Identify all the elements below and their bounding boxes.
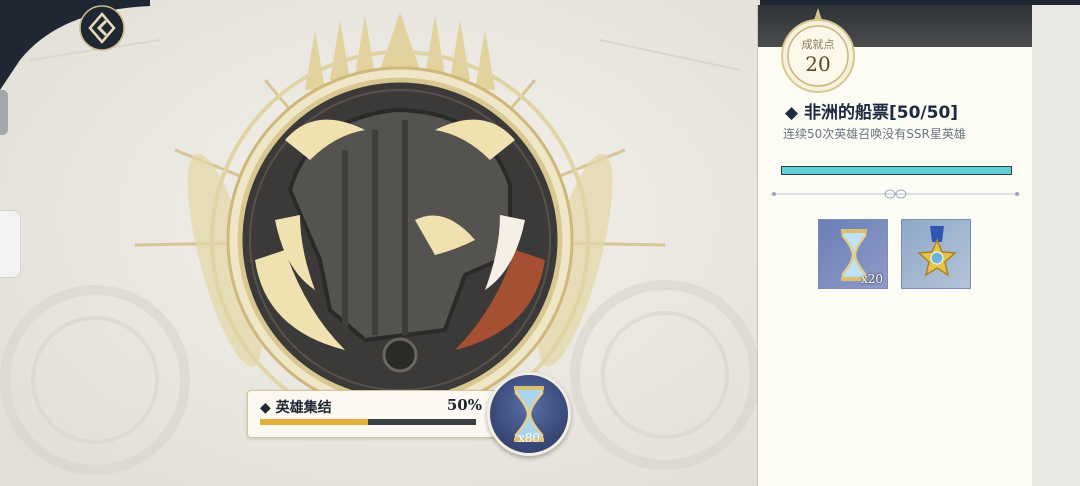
medal-icon xyxy=(917,226,957,277)
reward-item-medal[interactable] xyxy=(901,219,971,289)
collection-reward-button[interactable]: x80 xyxy=(487,372,571,456)
collection-progress-fill xyxy=(260,419,368,425)
collection-percent: 50% xyxy=(446,396,482,414)
achievement-points-label: 成就点 xyxy=(801,38,835,51)
achievement-title: ◆ 非洲的船票[50/50] xyxy=(785,103,959,123)
achievement-progress-bar xyxy=(781,166,1012,175)
side-drawer-handle[interactable] xyxy=(0,210,21,278)
left-edge-tab xyxy=(0,90,8,135)
collection-reward-count: x80 xyxy=(517,431,541,445)
reward-item-hourglass[interactable]: x20 xyxy=(818,219,888,289)
reward-count: x20 xyxy=(860,272,883,286)
achievement-points-value: 20 xyxy=(805,52,831,76)
achievement-description: 连续50次英雄召唤没有SSR星英雄 xyxy=(783,127,966,141)
ornament-divider xyxy=(771,189,1020,199)
collection-title: ◆ 英雄集结 xyxy=(260,400,332,416)
collection-progress-bar xyxy=(260,419,476,425)
right-margin xyxy=(1032,5,1080,486)
achievement-progress-fill xyxy=(782,167,1011,174)
